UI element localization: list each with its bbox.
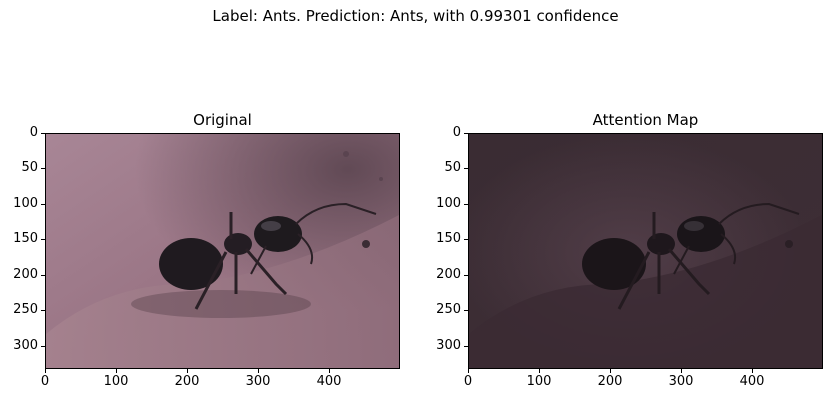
- x-tick-mark: [116, 369, 117, 373]
- y-tick-label: 250: [436, 302, 461, 318]
- y-tick-mark: [41, 133, 45, 134]
- y-tick-mark: [41, 310, 45, 312]
- x-tick-label: 100: [526, 374, 552, 389]
- x-tick-mark: [258, 369, 259, 373]
- y-tick-mark: [464, 133, 468, 134]
- x-tick-label: 400: [739, 374, 765, 389]
- y-tick-label: 300: [436, 337, 461, 353]
- x-tick-mark: [45, 369, 46, 373]
- x-tick-label: 0: [463, 374, 473, 389]
- image-frame: [468, 133, 823, 369]
- x-tick-label: 200: [597, 374, 623, 389]
- x-tick-label: 0: [40, 374, 50, 389]
- y-tick-mark: [41, 345, 45, 347]
- y-tick-label: 100: [13, 195, 38, 211]
- x-tick-label: 200: [174, 374, 200, 389]
- y-tick-label: 0: [29, 125, 38, 140]
- y-tick-label: 50: [444, 160, 461, 176]
- x-tick-mark: [539, 369, 540, 373]
- y-tick-mark: [464, 239, 468, 241]
- y-tick-mark: [41, 274, 45, 276]
- ant-photo: [46, 134, 399, 368]
- ant-photo-attention: [469, 134, 822, 368]
- x-tick-label: 400: [316, 374, 342, 389]
- x-tick-label: 300: [668, 374, 694, 389]
- y-tick-label: 150: [436, 231, 461, 247]
- panel-attention-map: Attention Map 0 50 100 150 200 250 300 0…: [436, 111, 823, 389]
- y-tick-mark: [464, 310, 468, 312]
- y-tick-label: 50: [21, 160, 38, 176]
- y-tick-label: 200: [13, 266, 38, 282]
- y-tick-label: 150: [13, 231, 38, 247]
- y-tick-label: 300: [13, 337, 38, 353]
- x-tick-mark: [187, 369, 188, 373]
- x-tick-label: 100: [103, 374, 129, 389]
- y-tick-label: 200: [436, 266, 461, 282]
- x-tick-mark: [610, 369, 611, 373]
- y-tick-mark: [464, 203, 468, 205]
- image-frame: [45, 133, 400, 369]
- y-tick-mark: [464, 168, 468, 170]
- panel-original: Original 0 50 100 150 200 250 300 0 100 …: [13, 111, 400, 389]
- y-tick-mark: [464, 274, 468, 276]
- figure-suptitle: Label: Ants. Prediction: Ants, with 0.99…: [212, 7, 619, 25]
- x-tick-mark: [681, 369, 682, 373]
- x-tick-label: 300: [245, 374, 271, 389]
- y-tick-mark: [464, 345, 468, 347]
- y-tick-mark: [41, 168, 45, 170]
- x-tick-mark: [468, 369, 469, 373]
- x-tick-mark: [752, 369, 753, 373]
- panel-title: Original: [193, 111, 252, 129]
- y-tick-mark: [41, 203, 45, 205]
- y-tick-mark: [41, 239, 45, 241]
- y-tick-label: 0: [452, 125, 461, 140]
- y-tick-label: 250: [13, 302, 38, 318]
- panel-title: Attention Map: [592, 111, 699, 129]
- x-tick-mark: [329, 369, 330, 373]
- y-tick-label: 100: [436, 195, 461, 211]
